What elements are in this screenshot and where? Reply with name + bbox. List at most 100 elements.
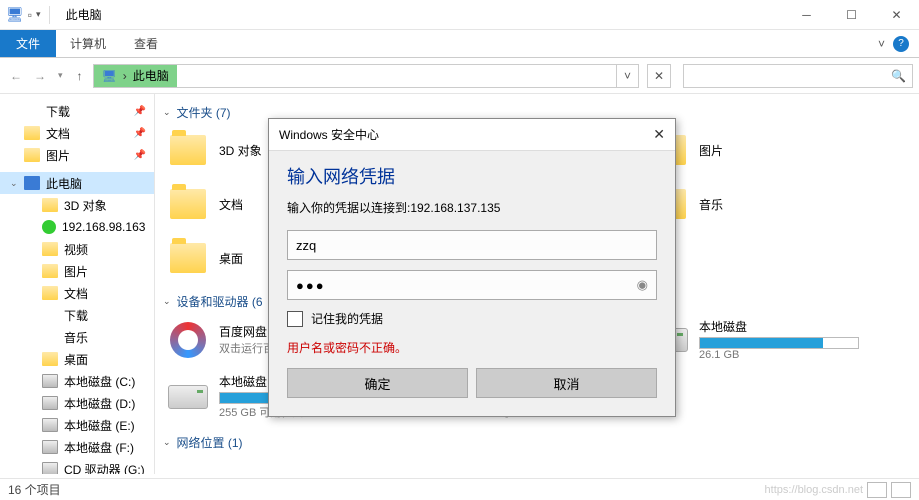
folder-icon <box>167 183 209 225</box>
sidebar-item[interactable]: CD 驱动器 (G:) <box>0 458 154 474</box>
folder-icon <box>24 126 40 140</box>
address-segment[interactable]: 此电脑 <box>133 67 169 84</box>
refresh-button[interactable]: ✕ <box>647 64 671 88</box>
search-icon: 🔍 <box>891 69 906 83</box>
sidebar-item[interactable]: 下载 📌 <box>0 100 154 122</box>
nav-forward-button[interactable]: → <box>30 69 50 83</box>
qat-icon[interactable]: ▫ <box>28 8 32 22</box>
sidebar-item[interactable]: 本地磁盘 (D:) <box>0 392 154 414</box>
sidebar-item-label: 本地磁盘 (F:) <box>64 439 134 456</box>
close-button[interactable]: ✕ <box>874 0 919 30</box>
address-chevron-icon[interactable]: › <box>123 69 127 83</box>
ribbon-collapse-icon[interactable]: ˅ <box>878 37 885 51</box>
ribbon-file-tab[interactable]: 文件 <box>0 30 56 57</box>
pc-icon <box>24 176 40 190</box>
watermark: https://blog.csdn.net <box>765 484 863 496</box>
tile-label: 3D 对象 <box>219 142 262 159</box>
ribbon-tab-computer[interactable]: 计算机 <box>56 30 120 57</box>
view-details-button[interactable] <box>867 482 887 498</box>
minimize-button[interactable]: ─ <box>784 0 829 30</box>
expand-icon[interactable]: ⌄ <box>10 178 18 189</box>
sidebar-item-label: 音乐 <box>64 329 88 346</box>
folder-icon <box>24 148 40 162</box>
item-icon <box>42 308 58 322</box>
reveal-password-icon[interactable]: ◉ <box>637 277 648 293</box>
address-pc-icon: 🖥 <box>102 69 117 83</box>
ribbon: 文件 计算机 查看 ˅ ? <box>0 30 919 58</box>
sidebar-item[interactable]: 本地磁盘 (E:) <box>0 414 154 436</box>
folder-icon <box>24 104 40 118</box>
password-field[interactable]: ●●● ◉ <box>287 270 657 300</box>
status-item-count: 16 个项目 <box>8 481 61 498</box>
sidebar-item[interactable]: 图片 <box>0 260 154 282</box>
address-bar[interactable]: 🖥 › 此电脑 ˅ <box>93 64 639 88</box>
remember-label: 记住我的凭据 <box>311 310 383 327</box>
tile-label: 百度网盘 <box>219 323 274 340</box>
sidebar-item[interactable]: 本地磁盘 (F:) <box>0 436 154 458</box>
remember-checkbox[interactable] <box>287 311 303 327</box>
drive-tile[interactable]: 本地磁盘26.1 GB <box>643 312 883 367</box>
address-dropdown-icon[interactable]: ˅ <box>616 65 638 87</box>
pin-icon: 📌 <box>134 150 146 161</box>
ok-button[interactable]: 确定 <box>287 368 468 398</box>
sidebar-item-label: 本地磁盘 (E:) <box>64 417 135 434</box>
search-input[interactable]: 🔍 <box>683 64 913 88</box>
item-icon <box>42 396 58 410</box>
tile-sublabel: 26.1 GB <box>699 349 859 361</box>
nav-back-button[interactable]: ← <box>6 69 26 83</box>
item-icon <box>42 286 58 300</box>
dialog-message: 输入你的凭据以连接到:192.168.137.135 <box>287 199 657 216</box>
sidebar-item-label: CD 驱动器 (G:) <box>64 461 145 475</box>
drive-icon <box>167 319 209 361</box>
sidebar-item[interactable]: 3D 对象 <box>0 194 154 216</box>
group-header-network[interactable]: ⌄ 网络位置 (1) <box>163 432 919 453</box>
tile-label: 文档 <box>219 196 243 213</box>
sidebar-item-label: 下载 <box>46 103 70 120</box>
nav-recent-icon[interactable]: ▾ <box>54 70 67 81</box>
drive-icon <box>167 376 209 418</box>
item-icon <box>42 264 58 278</box>
sidebar-item-label: 3D 对象 <box>64 197 107 214</box>
view-icons-button[interactable] <box>891 482 911 498</box>
folder-icon <box>167 237 209 279</box>
sidebar-item[interactable]: 视频 <box>0 238 154 260</box>
tile-label: 音乐 <box>699 196 723 213</box>
window-title: 此电脑 <box>66 6 102 23</box>
sidebar-item-label: 桌面 <box>64 351 88 368</box>
dialog-close-button[interactable]: ✕ <box>653 126 665 143</box>
folder-tile[interactable]: 图片 <box>643 123 883 177</box>
chevron-down-icon: ⌄ <box>163 437 171 448</box>
ribbon-tab-view[interactable]: 查看 <box>120 30 172 57</box>
sidebar-item-label: 图片 <box>64 263 88 280</box>
sidebar-item-label: 文档 <box>64 285 88 302</box>
folder-tile[interactable]: 音乐 <box>643 177 883 231</box>
qat-dropdown-icon[interactable]: ▾ <box>36 9 41 20</box>
sidebar-item[interactable]: 下载 <box>0 304 154 326</box>
sidebar-item[interactable]: 192.168.98.163 <box>0 216 154 238</box>
item-icon <box>42 374 58 388</box>
tile-label: 桌面 <box>219 250 243 267</box>
sidebar-item[interactable]: 本地磁盘 (C:) <box>0 370 154 392</box>
sidebar-item[interactable]: 文档 <box>0 282 154 304</box>
chevron-down-icon: ⌄ <box>163 107 171 118</box>
maximize-button[interactable]: ☐ <box>829 0 874 30</box>
username-field[interactable]: zzq <box>287 230 657 260</box>
pin-icon: 📌 <box>134 106 146 117</box>
sidebar-item-label: 192.168.98.163 <box>62 220 145 234</box>
status-bar: 16 个项目 https://blog.csdn.net <box>0 478 919 500</box>
item-icon <box>42 418 58 432</box>
app-icon: 🖥 <box>6 6 24 23</box>
sidebar-item[interactable]: 图片📌 <box>0 144 154 166</box>
item-icon <box>42 198 58 212</box>
sidebar-item-label: 视频 <box>64 241 88 258</box>
sidebar-item[interactable]: 桌面 <box>0 348 154 370</box>
item-icon <box>42 220 56 234</box>
sidebar-this-pc[interactable]: ⌄ 此电脑 <box>0 172 154 194</box>
help-icon[interactable]: ? <box>893 36 909 52</box>
sidebar-item[interactable]: 文档📌 <box>0 122 154 144</box>
cancel-button[interactable]: 取消 <box>476 368 657 398</box>
nav-up-button[interactable]: ↑ <box>71 69 89 83</box>
sidebar-item-label: 此电脑 <box>46 175 82 192</box>
dialog-heading: 输入网络凭据 <box>287 163 657 189</box>
sidebar-item[interactable]: 音乐 <box>0 326 154 348</box>
